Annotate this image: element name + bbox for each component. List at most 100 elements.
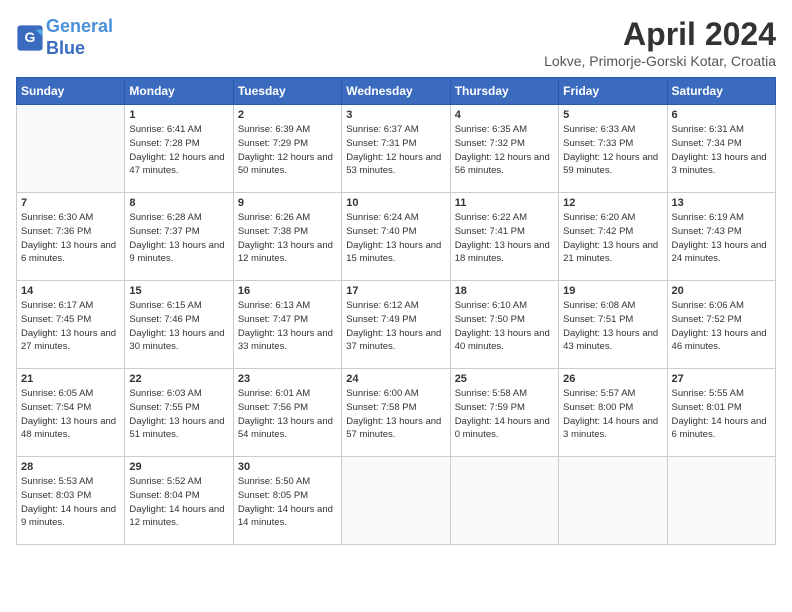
calendar-cell: 17 Sunrise: 6:12 AMSunset: 7:49 PMDaylig… <box>342 281 450 369</box>
title-area: April 2024 Lokve, Primorje-Gorski Kotar,… <box>544 16 776 69</box>
cell-details: Sunrise: 5:55 AMSunset: 8:01 PMDaylight:… <box>672 387 771 442</box>
day-number: 19 <box>563 285 662 297</box>
calendar-header-row: SundayMondayTuesdayWednesdayThursdayFrid… <box>17 78 776 105</box>
day-header-sunday: Sunday <box>17 78 125 105</box>
location: Lokve, Primorje-Gorski Kotar, Croatia <box>544 53 776 69</box>
cell-details: Sunrise: 6:15 AMSunset: 7:46 PMDaylight:… <box>129 299 228 354</box>
calendar-cell: 15 Sunrise: 6:15 AMSunset: 7:46 PMDaylig… <box>125 281 233 369</box>
cell-details: Sunrise: 6:37 AMSunset: 7:31 PMDaylight:… <box>346 123 445 178</box>
month-title: April 2024 <box>544 16 776 53</box>
cell-details: Sunrise: 6:10 AMSunset: 7:50 PMDaylight:… <box>455 299 554 354</box>
calendar-cell: 4 Sunrise: 6:35 AMSunset: 7:32 PMDayligh… <box>450 105 558 193</box>
cell-details: Sunrise: 6:22 AMSunset: 7:41 PMDaylight:… <box>455 211 554 266</box>
calendar-cell: 13 Sunrise: 6:19 AMSunset: 7:43 PMDaylig… <box>667 193 775 281</box>
calendar-cell: 20 Sunrise: 6:06 AMSunset: 7:52 PMDaylig… <box>667 281 775 369</box>
logo-text: General Blue <box>46 16 113 59</box>
day-number: 14 <box>21 285 120 297</box>
calendar-cell: 22 Sunrise: 6:03 AMSunset: 7:55 PMDaylig… <box>125 369 233 457</box>
cell-details: Sunrise: 6:06 AMSunset: 7:52 PMDaylight:… <box>672 299 771 354</box>
calendar-body: 1 Sunrise: 6:41 AMSunset: 7:28 PMDayligh… <box>17 105 776 545</box>
day-number: 18 <box>455 285 554 297</box>
day-number: 12 <box>563 197 662 209</box>
cell-details: Sunrise: 6:00 AMSunset: 7:58 PMDaylight:… <box>346 387 445 442</box>
calendar-cell: 7 Sunrise: 6:30 AMSunset: 7:36 PMDayligh… <box>17 193 125 281</box>
day-number: 26 <box>563 373 662 385</box>
day-number: 5 <box>563 109 662 121</box>
calendar-cell: 27 Sunrise: 5:55 AMSunset: 8:01 PMDaylig… <box>667 369 775 457</box>
cell-details: Sunrise: 6:28 AMSunset: 7:37 PMDaylight:… <box>129 211 228 266</box>
day-number: 21 <box>21 373 120 385</box>
calendar-cell: 25 Sunrise: 5:58 AMSunset: 7:59 PMDaylig… <box>450 369 558 457</box>
calendar-cell: 30 Sunrise: 5:50 AMSunset: 8:05 PMDaylig… <box>233 457 341 545</box>
calendar-cell: 9 Sunrise: 6:26 AMSunset: 7:38 PMDayligh… <box>233 193 341 281</box>
day-number: 23 <box>238 373 337 385</box>
cell-details: Sunrise: 6:30 AMSunset: 7:36 PMDaylight:… <box>21 211 120 266</box>
logo: G General Blue <box>16 16 113 59</box>
calendar-week-1: 1 Sunrise: 6:41 AMSunset: 7:28 PMDayligh… <box>17 105 776 193</box>
calendar-cell: 5 Sunrise: 6:33 AMSunset: 7:33 PMDayligh… <box>559 105 667 193</box>
calendar-cell: 21 Sunrise: 6:05 AMSunset: 7:54 PMDaylig… <box>17 369 125 457</box>
calendar-cell: 11 Sunrise: 6:22 AMSunset: 7:41 PMDaylig… <box>450 193 558 281</box>
calendar-cell: 10 Sunrise: 6:24 AMSunset: 7:40 PMDaylig… <box>342 193 450 281</box>
calendar-cell <box>450 457 558 545</box>
day-number: 27 <box>672 373 771 385</box>
day-number: 3 <box>346 109 445 121</box>
day-number: 16 <box>238 285 337 297</box>
day-number: 1 <box>129 109 228 121</box>
cell-details: Sunrise: 5:52 AMSunset: 8:04 PMDaylight:… <box>129 475 228 530</box>
calendar-cell: 1 Sunrise: 6:41 AMSunset: 7:28 PMDayligh… <box>125 105 233 193</box>
cell-details: Sunrise: 5:53 AMSunset: 8:03 PMDaylight:… <box>21 475 120 530</box>
cell-details: Sunrise: 6:12 AMSunset: 7:49 PMDaylight:… <box>346 299 445 354</box>
calendar-cell: 28 Sunrise: 5:53 AMSunset: 8:03 PMDaylig… <box>17 457 125 545</box>
calendar-cell <box>559 457 667 545</box>
calendar-cell: 14 Sunrise: 6:17 AMSunset: 7:45 PMDaylig… <box>17 281 125 369</box>
cell-details: Sunrise: 6:05 AMSunset: 7:54 PMDaylight:… <box>21 387 120 442</box>
day-number: 2 <box>238 109 337 121</box>
day-number: 7 <box>21 197 120 209</box>
day-number: 11 <box>455 197 554 209</box>
cell-details: Sunrise: 6:08 AMSunset: 7:51 PMDaylight:… <box>563 299 662 354</box>
day-number: 25 <box>455 373 554 385</box>
cell-details: Sunrise: 6:20 AMSunset: 7:42 PMDaylight:… <box>563 211 662 266</box>
calendar-cell: 24 Sunrise: 6:00 AMSunset: 7:58 PMDaylig… <box>342 369 450 457</box>
calendar-cell: 16 Sunrise: 6:13 AMSunset: 7:47 PMDaylig… <box>233 281 341 369</box>
svg-text:G: G <box>25 29 36 45</box>
day-number: 9 <box>238 197 337 209</box>
day-number: 10 <box>346 197 445 209</box>
calendar-cell <box>667 457 775 545</box>
day-number: 28 <box>21 461 120 473</box>
day-number: 6 <box>672 109 771 121</box>
cell-details: Sunrise: 6:26 AMSunset: 7:38 PMDaylight:… <box>238 211 337 266</box>
day-header-tuesday: Tuesday <box>233 78 341 105</box>
calendar-week-3: 14 Sunrise: 6:17 AMSunset: 7:45 PMDaylig… <box>17 281 776 369</box>
day-number: 30 <box>238 461 337 473</box>
calendar-cell: 3 Sunrise: 6:37 AMSunset: 7:31 PMDayligh… <box>342 105 450 193</box>
day-number: 4 <box>455 109 554 121</box>
calendar-cell: 12 Sunrise: 6:20 AMSunset: 7:42 PMDaylig… <box>559 193 667 281</box>
calendar-cell <box>17 105 125 193</box>
calendar-cell: 2 Sunrise: 6:39 AMSunset: 7:29 PMDayligh… <box>233 105 341 193</box>
cell-details: Sunrise: 6:13 AMSunset: 7:47 PMDaylight:… <box>238 299 337 354</box>
cell-details: Sunrise: 6:01 AMSunset: 7:56 PMDaylight:… <box>238 387 337 442</box>
cell-details: Sunrise: 6:03 AMSunset: 7:55 PMDaylight:… <box>129 387 228 442</box>
day-header-saturday: Saturday <box>667 78 775 105</box>
calendar-cell: 8 Sunrise: 6:28 AMSunset: 7:37 PMDayligh… <box>125 193 233 281</box>
page-header: G General Blue April 2024 Lokve, Primorj… <box>16 16 776 69</box>
calendar-week-2: 7 Sunrise: 6:30 AMSunset: 7:36 PMDayligh… <box>17 193 776 281</box>
cell-details: Sunrise: 6:41 AMSunset: 7:28 PMDaylight:… <box>129 123 228 178</box>
day-number: 8 <box>129 197 228 209</box>
calendar-week-4: 21 Sunrise: 6:05 AMSunset: 7:54 PMDaylig… <box>17 369 776 457</box>
day-number: 24 <box>346 373 445 385</box>
cell-details: Sunrise: 6:39 AMSunset: 7:29 PMDaylight:… <box>238 123 337 178</box>
calendar-table: SundayMondayTuesdayWednesdayThursdayFrid… <box>16 77 776 545</box>
day-number: 22 <box>129 373 228 385</box>
cell-details: Sunrise: 6:17 AMSunset: 7:45 PMDaylight:… <box>21 299 120 354</box>
day-header-wednesday: Wednesday <box>342 78 450 105</box>
calendar-week-5: 28 Sunrise: 5:53 AMSunset: 8:03 PMDaylig… <box>17 457 776 545</box>
calendar-cell: 6 Sunrise: 6:31 AMSunset: 7:34 PMDayligh… <box>667 105 775 193</box>
day-number: 15 <box>129 285 228 297</box>
day-number: 20 <box>672 285 771 297</box>
calendar-cell <box>342 457 450 545</box>
calendar-cell: 18 Sunrise: 6:10 AMSunset: 7:50 PMDaylig… <box>450 281 558 369</box>
cell-details: Sunrise: 6:31 AMSunset: 7:34 PMDaylight:… <box>672 123 771 178</box>
